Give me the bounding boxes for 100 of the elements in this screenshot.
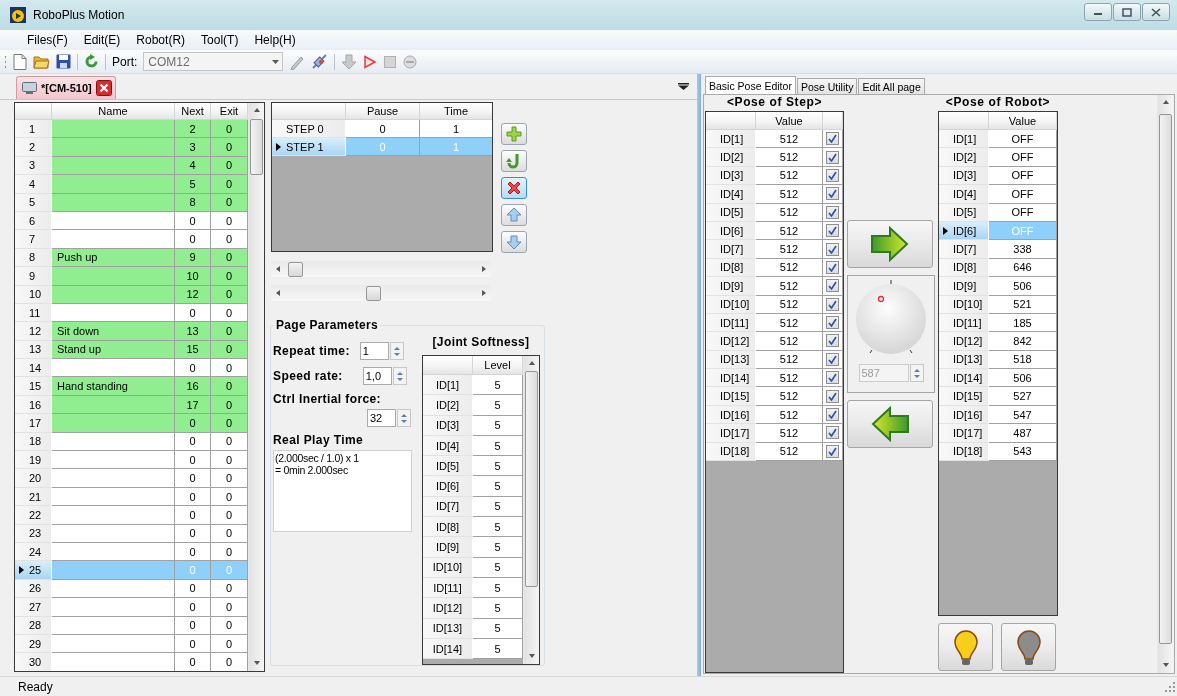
tab[interactable]: Edit All page — [858, 78, 925, 94]
row-header[interactable]: ID[17] — [706, 424, 756, 443]
row-header[interactable]: 22 — [15, 506, 52, 525]
row-header[interactable]: ID[7] — [423, 496, 473, 518]
checkbox[interactable] — [826, 297, 839, 311]
menu-caret-icon[interactable] — [678, 83, 689, 90]
row-header[interactable]: ID[8] — [423, 517, 473, 538]
row-header[interactable]: 12 — [15, 322, 52, 341]
plug-icon[interactable] — [311, 53, 329, 70]
row-header[interactable]: ID[11] — [423, 577, 473, 599]
row-header[interactable]: 17 — [15, 414, 52, 433]
menu-item[interactable]: Tool(T) — [193, 33, 247, 47]
spin-button[interactable] — [392, 367, 407, 385]
row-header[interactable]: 2 — [15, 138, 52, 157]
number-field[interactable]: 1,0 — [362, 367, 392, 385]
tab[interactable]: Basic Pose Editor — [705, 76, 796, 94]
row-header[interactable]: STEP 0 — [272, 120, 346, 138]
hook-arrow-button[interactable] — [501, 150, 527, 172]
checkbox[interactable] — [826, 132, 839, 146]
row-header[interactable]: ID[6] — [423, 476, 473, 497]
checkbox[interactable] — [826, 389, 839, 403]
row-header[interactable]: 7 — [15, 230, 52, 249]
checkbox[interactable] — [826, 187, 839, 201]
row-header[interactable]: ID[13] — [423, 618, 473, 639]
down-arrow-button[interactable] — [501, 231, 527, 253]
document-tab[interactable]: *[CM-510] — [16, 76, 116, 99]
spin-button[interactable] — [389, 342, 404, 360]
row-header[interactable]: ID[9] — [706, 277, 756, 296]
row-header[interactable]: 27 — [15, 598, 52, 617]
checkbox[interactable] — [826, 242, 839, 256]
row-header[interactable]: 9 — [15, 267, 52, 286]
row-header[interactable]: ID[1] — [423, 375, 473, 396]
row-header[interactable]: ID[12] — [706, 332, 756, 351]
row-header[interactable]: ID[9] — [939, 277, 989, 296]
menu-item[interactable]: Robot(R) — [128, 33, 194, 47]
row-header[interactable]: ID[10] — [423, 557, 473, 578]
open-folder-icon[interactable] — [33, 54, 50, 69]
row-header[interactable]: ID[12] — [939, 332, 989, 351]
row-header[interactable]: ID[2] — [706, 148, 756, 167]
checkbox[interactable] — [826, 279, 839, 293]
row-header[interactable]: ID[1] — [706, 130, 756, 149]
scrollbar[interactable] — [271, 285, 491, 301]
arrow-button[interactable] — [847, 220, 933, 268]
checkbox[interactable] — [826, 426, 839, 440]
row-header[interactable]: ID[9] — [423, 537, 473, 558]
row-header[interactable]: 4 — [15, 175, 52, 194]
scrollbar[interactable] — [523, 356, 539, 664]
delete-button[interactable] — [501, 177, 527, 199]
checkbox[interactable] — [826, 205, 839, 219]
close-tab-button[interactable] — [95, 80, 112, 96]
row-header[interactable]: 20 — [15, 469, 52, 488]
play-icon[interactable] — [363, 54, 378, 69]
scrollbar[interactable] — [248, 103, 264, 671]
bulb-button[interactable] — [938, 623, 993, 671]
row-header[interactable]: ID[5] — [423, 456, 473, 477]
close-button[interactable] — [1142, 3, 1170, 21]
spin-button[interactable] — [397, 409, 411, 427]
row-header[interactable]: ID[12] — [423, 598, 473, 619]
row-header[interactable]: ID[4] — [423, 435, 473, 457]
row-header[interactable]: ID[1] — [939, 130, 989, 149]
checkbox[interactable] — [826, 150, 839, 164]
resize-grip-icon[interactable] — [1165, 681, 1175, 692]
row-header[interactable]: ID[14] — [423, 638, 473, 660]
row-header[interactable]: ID[3] — [423, 415, 473, 436]
up-arrow-button[interactable] — [501, 204, 527, 226]
maximize-button[interactable] — [1113, 3, 1141, 21]
menu-item[interactable]: Help(H) — [246, 33, 304, 47]
minimize-button[interactable] — [1084, 3, 1112, 21]
row-header[interactable]: 1 — [15, 120, 52, 139]
row-header[interactable]: ID[2] — [423, 395, 473, 416]
row-header[interactable]: ID[4] — [939, 185, 989, 204]
row-header[interactable]: 25 — [15, 561, 52, 580]
row-header[interactable]: 19 — [15, 451, 52, 470]
spin-button[interactable] — [909, 364, 924, 382]
number-field[interactable]: 1 — [359, 342, 389, 360]
row-header[interactable]: ID[14] — [706, 369, 756, 388]
row-header[interactable]: ID[14] — [939, 369, 989, 388]
row-header[interactable]: ID[2] — [939, 148, 989, 167]
row-header[interactable]: ID[15] — [706, 387, 756, 406]
menu-item[interactable]: Files(F) — [19, 33, 76, 47]
row-header[interactable]: 15 — [15, 377, 52, 396]
row-header[interactable]: STEP 1 — [272, 138, 346, 156]
row-header[interactable]: 14 — [15, 359, 52, 378]
checkbox[interactable] — [826, 334, 839, 348]
scrollbar[interactable] — [271, 261, 491, 277]
number-field[interactable]: 32 — [367, 409, 396, 427]
tab[interactable]: Pose Utility — [796, 78, 858, 94]
row-header[interactable]: ID[7] — [939, 240, 989, 259]
menu-item[interactable]: Edit(E) — [75, 33, 129, 47]
scrollbar[interactable] — [1157, 95, 1173, 673]
row-header[interactable]: ID[7] — [706, 240, 756, 259]
row-header[interactable]: ID[15] — [939, 387, 989, 406]
bulb-button[interactable] — [1001, 623, 1056, 671]
new-file-icon[interactable] — [13, 53, 27, 70]
row-header[interactable]: 30 — [15, 653, 52, 671]
checkbox[interactable] — [826, 371, 839, 385]
save-icon[interactable] — [56, 54, 71, 69]
row-header[interactable]: ID[4] — [706, 185, 756, 204]
row-header[interactable]: ID[17] — [939, 424, 989, 443]
arrow-button[interactable] — [847, 400, 933, 448]
